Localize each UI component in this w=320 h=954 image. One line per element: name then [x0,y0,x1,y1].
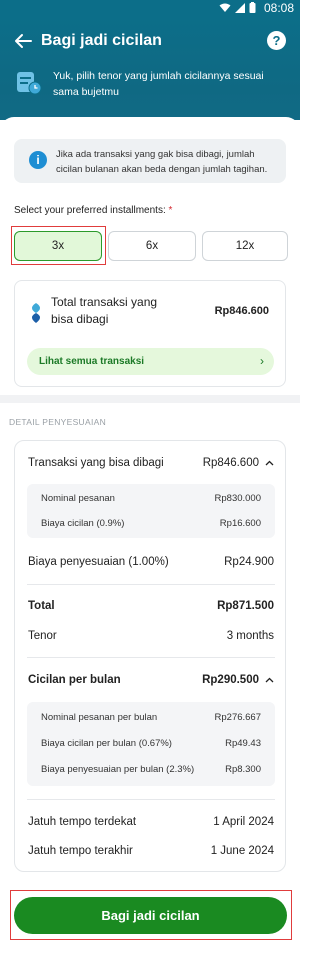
total-label: Total [28,600,55,612]
last-due-label: Jatuh tempo terakhir [28,845,133,857]
transaction-icon [32,303,40,323]
splittable-breakdown: Nominal pesanan Rp830.000 Biaya cicilan … [27,484,275,538]
monthly-installment-label: Cicilan per bulan [28,674,121,686]
last-due-value: 1 June 2024 [210,845,274,857]
breakdown-label: Biaya cicilan per bulan (0.67%) [41,738,172,749]
help-icon[interactable]: ? [267,31,286,50]
splittable-total-label: Total transaksi yang bisa dibagi [51,295,158,326]
breakdown-value: Rp16.600 [219,518,261,529]
breakdown-value: Rp8.300 [225,764,261,775]
tenor-value: 3 months [226,630,274,642]
section-label: DETAIL PENYESUAIAN [9,417,107,427]
status-bar: 08:08 [0,0,300,16]
divider [27,584,275,585]
installment-option-12x[interactable]: 12x [202,231,288,261]
monthly-installment-row[interactable]: Cicilan per bulan Rp290.500 [28,674,274,686]
breakdown-value: Rp49.43 [225,738,261,749]
battery-icon [249,2,256,13]
section-divider [0,395,300,403]
adjustment-fee-label: Biaya penyesuaian (1.00%) [28,556,169,568]
breakdown-label: Nominal pesanan [41,493,115,504]
back-arrow-icon[interactable] [14,33,32,49]
splittable-row[interactable]: Transaksi yang bisa dibagi Rp846.600 [28,457,274,469]
installment-option-6x[interactable]: 6x [108,231,196,261]
adjustment-detail-card: Transaksi yang bisa dibagi Rp846.600 Nom… [14,440,286,872]
info-icon: i [29,151,47,169]
breakdown-value: Rp276.667 [214,712,261,723]
monthly-amount-wrap: Rp290.500 [202,674,274,686]
page-title: Bagi jadi cicilan [41,32,162,49]
selected-option-highlight [11,226,106,265]
breakdown-label: Biaya penyesuaian per bulan (2.3%) [41,764,195,775]
chevron-up-icon[interactable] [265,458,274,468]
installment-calendar-icon [17,72,42,95]
required-mark: * [168,205,173,216]
splittable-total-amount: Rp846.600 [214,305,269,317]
header: Bagi jadi cicilan ? Yuk, pilih tenor yan… [0,16,300,120]
breakdown-row: Nominal pesanan per bulan Rp276.667 [41,712,261,723]
monthly-installment-amount: Rp290.500 [202,674,259,686]
signal-icon [235,2,245,13]
first-due-row: Jatuh tempo terdekat 1 April 2024 [28,816,274,828]
status-icons [219,2,256,13]
info-box: i Jika ada transaksi yang gak bisa dibag… [14,139,286,183]
breakdown-label: Nominal pesanan per bulan [41,712,158,723]
splittable-amount: Rp846.600 [202,457,259,469]
tenor-label: Tenor [28,630,57,642]
breakdown-row: Biaya cicilan (0.9%) Rp16.600 [41,518,261,529]
tenor-row: Tenor 3 months [28,630,274,642]
splittable-summary-card: Total transaksi yang bisa dibagi Rp846.6… [14,280,286,387]
splittable-label: Transaksi yang bisa dibagi [28,457,164,469]
view-all-transactions-label: Lihat semua transaksi [39,356,145,367]
adjustment-fee-row: Biaya penyesuaian (1.00%) Rp24.900 [28,556,274,568]
monthly-breakdown: Nominal pesanan per bulan Rp276.667 Biay… [27,702,275,786]
chevron-up-icon[interactable] [265,675,274,685]
last-due-row: Jatuh tempo terakhir 1 June 2024 [28,845,274,857]
status-time: 08:08 [263,1,294,15]
header-subtitle: Yuk, pilih tenor yang jumlah cicilannya … [53,70,264,98]
chevron-right-icon: › [260,354,264,368]
installments-label-text: Select your preferred installments: [14,205,166,216]
split-installment-button[interactable]: Bagi jadi cicilan [14,897,287,934]
divider [27,799,275,800]
divider [27,657,275,658]
breakdown-row: Biaya cicilan per bulan (0.67%) Rp49.43 [41,738,261,749]
installments-label: Select your preferred installments: * [14,205,172,216]
total-row: Total Rp871.500 [28,600,274,612]
adjustment-fee-amount: Rp24.900 [224,556,274,568]
first-due-value: 1 April 2024 [213,816,274,828]
splittable-amount-wrap: Rp846.600 [203,457,274,469]
breakdown-row: Nominal pesanan Rp830.000 [41,493,261,504]
first-due-label: Jatuh tempo terdekat [28,816,137,828]
breakdown-label: Biaya cicilan (0.9%) [41,518,125,529]
info-text: Jika ada transaksi yang gak bisa dibagi,… [56,149,268,175]
breakdown-row: Biaya penyesuaian per bulan (2.3%) Rp8.3… [41,764,261,775]
view-all-transactions-button[interactable]: Lihat semua transaksi › [27,348,274,375]
total-amount: Rp871.500 [217,600,274,612]
wifi-icon [219,3,231,12]
breakdown-value: Rp830.000 [214,493,261,504]
